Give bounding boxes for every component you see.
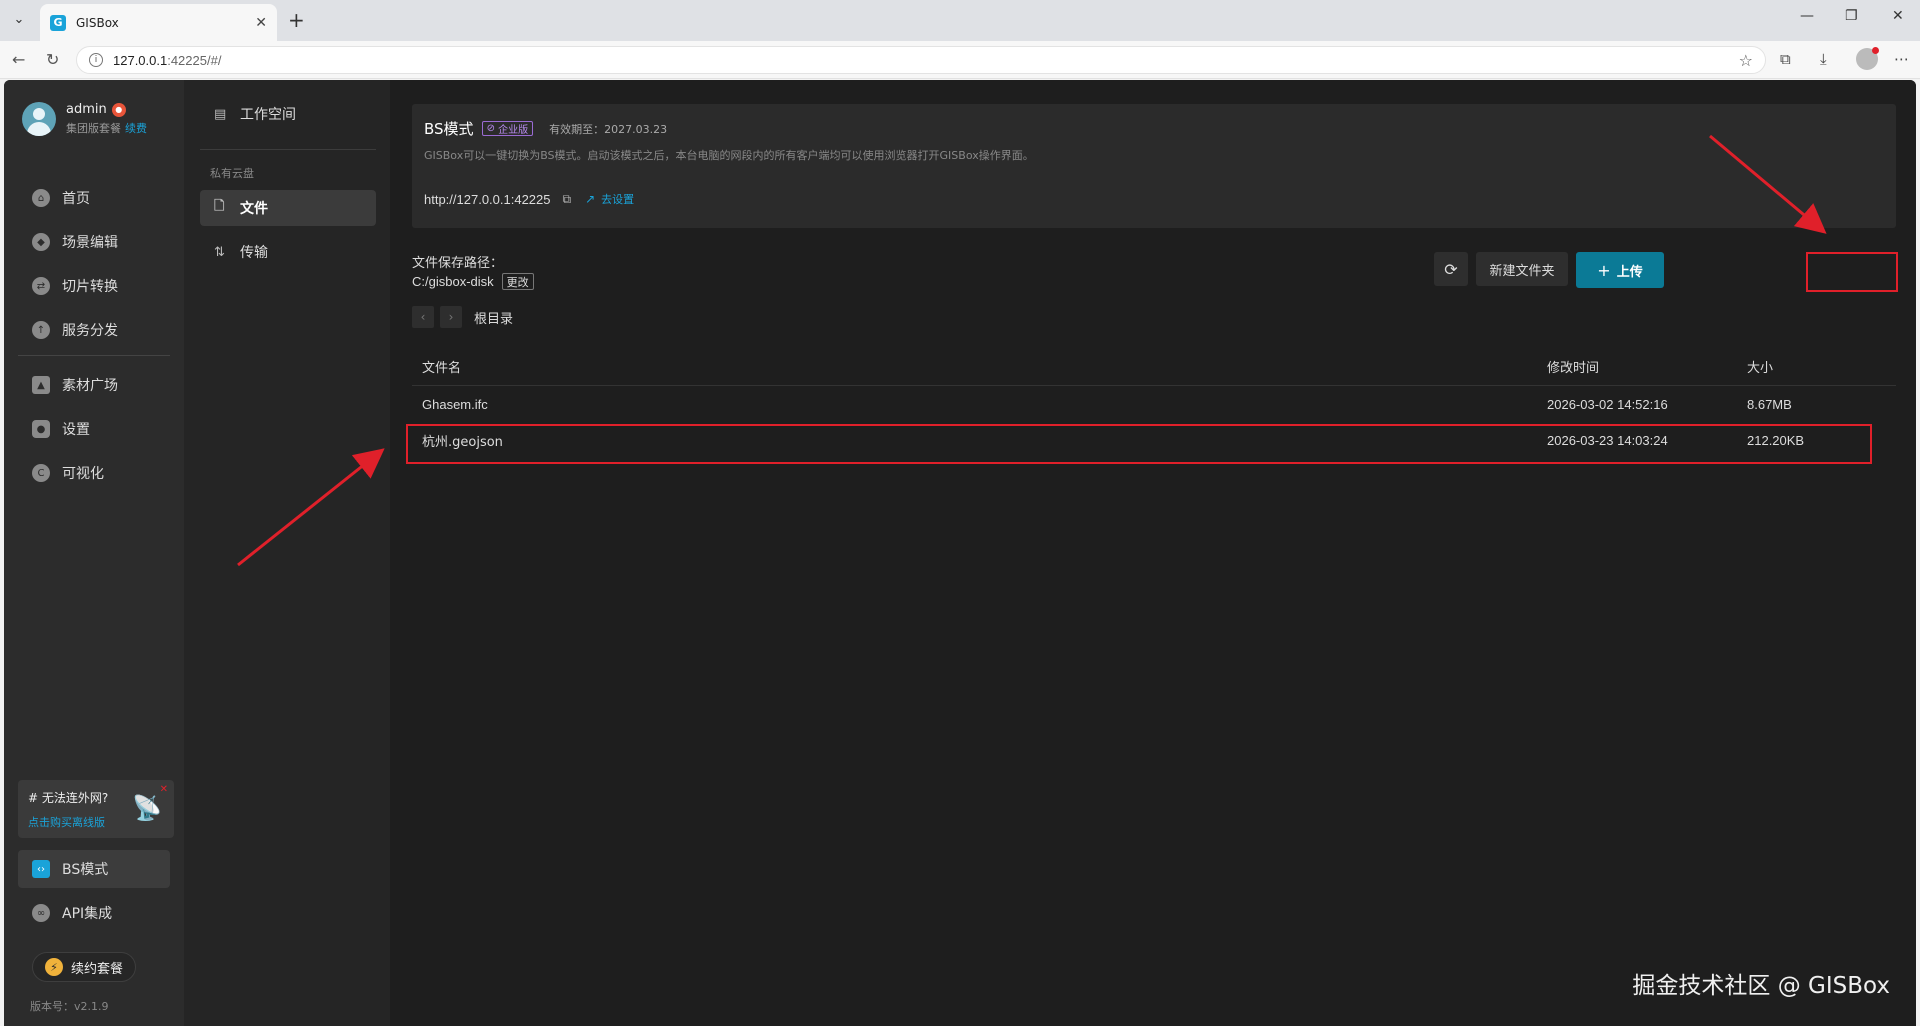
browser-tab[interactable]: G GISBox ✕ bbox=[40, 4, 277, 41]
storage-path-value: C:/gisbox-disk bbox=[412, 274, 494, 289]
gisbox-app: admin ● 集团版套餐 续费 ⌂ 首页 ◆ 场景编辑 ⇄ 切片转换 ↑ 服务分发 ▲ 素材… bbox=[4, 80, 1916, 1026]
tab-search-icon[interactable]: ⌄ bbox=[6, 6, 32, 32]
nav-divider bbox=[18, 355, 170, 356]
upload-button[interactable]: + 上传 bbox=[1576, 252, 1664, 288]
column-header-size[interactable]: 大小 bbox=[1747, 357, 1896, 376]
bs-mode-card: BS模式 ⊘ 企业版 有效期至：2027.03.23 GISBox可以一键切换为… bbox=[412, 104, 1896, 228]
url-text: 127.0.0.1:42225/#/ bbox=[113, 52, 222, 68]
bs-card-description: GISBox可以一键切换为BS模式。启动该模式之后，本台电脑的网段内的所有客户端… bbox=[424, 149, 1034, 162]
back-icon[interactable]: ← bbox=[12, 50, 25, 69]
image-icon: ▲ bbox=[32, 376, 50, 394]
enterprise-badge: ⊘ 企业版 bbox=[481, 121, 534, 136]
offline-promo-card[interactable]: # 无法连外网? 点击购买离线版 📡 ✕ bbox=[18, 780, 174, 838]
primary-nav: ⌂ 首页 ◆ 场景编辑 ⇄ 切片转换 ↑ 服务分发 ▲ 素材广场 ● 设置 C 可视化 bbox=[18, 179, 170, 498]
nav-item-scene-edit[interactable]: ◆ 场景编辑 bbox=[18, 223, 170, 261]
minimize-icon[interactable]: — bbox=[1800, 8, 1814, 24]
chart-icon: C bbox=[32, 464, 50, 482]
user-profile[interactable]: admin ● 集团版套餐 续费 bbox=[22, 102, 147, 136]
version-label: 版本号：v2.1.9 bbox=[30, 1000, 109, 1013]
swap-icon: ⇄ bbox=[32, 277, 50, 295]
browser-tabstrip: ⌄ G GISBox ✕ + — ❐ ✕ bbox=[0, 0, 1920, 41]
transfer-icon: ⇅ bbox=[214, 244, 225, 260]
address-bar: ← ↻ i 127.0.0.1:42225/#/ ☆ ⧉ ⤓ ⋯ bbox=[0, 41, 1920, 79]
nav-item-tile-convert[interactable]: ⇄ 切片转换 bbox=[18, 267, 170, 305]
refresh-icon: ⟳ bbox=[1444, 259, 1458, 279]
upload-cloud-icon: ↑ bbox=[32, 321, 50, 339]
code-icon: ‹› bbox=[32, 860, 50, 878]
message-badge-icon[interactable]: ● bbox=[111, 102, 126, 117]
file-icon: 🗋 bbox=[214, 199, 225, 214]
nav-item-bs-mode[interactable]: ‹› BS模式 bbox=[18, 850, 170, 888]
table-header: 文件名 修改时间 大小 bbox=[412, 348, 1896, 386]
row-highlight-box bbox=[406, 424, 1872, 464]
link-icon: ∞ bbox=[32, 904, 50, 922]
reload-icon[interactable]: ↻ bbox=[46, 50, 59, 69]
bs-url: http://127.0.0.1:42225 bbox=[424, 191, 551, 207]
subnav-files[interactable]: 🗋 文件 bbox=[200, 190, 376, 226]
satellite-icon: 📡 bbox=[132, 794, 162, 822]
user-name: admin bbox=[66, 102, 107, 117]
file-name: Ghasem.ifc bbox=[422, 396, 488, 412]
column-header-name[interactable]: 文件名 bbox=[412, 357, 1547, 376]
table-row[interactable]: Ghasem.ifc 2026-03-02 14:52:16 8.67MB bbox=[412, 386, 1896, 422]
gear-icon: ● bbox=[32, 420, 50, 438]
site-info-icon[interactable]: i bbox=[89, 53, 103, 67]
subnav-workspace[interactable]: ▤ 工作空间 bbox=[200, 96, 376, 132]
offline-x-icon: ✕ bbox=[159, 784, 168, 795]
storage-path-label: 文件保存路径： bbox=[412, 256, 504, 271]
nav-item-api[interactable]: ∞ API集成 bbox=[18, 894, 170, 932]
copy-icon[interactable]: ⧉ bbox=[563, 192, 572, 207]
nav-item-asset-square[interactable]: ▲ 素材广场 bbox=[18, 366, 170, 404]
bottom-nav: ‹› BS模式 ∞ API集成 bbox=[18, 850, 170, 938]
column-header-modified[interactable]: 修改时间 bbox=[1547, 357, 1747, 376]
nav-item-visualization[interactable]: C 可视化 bbox=[18, 454, 170, 492]
nav-item-home[interactable]: ⌂ 首页 bbox=[18, 179, 170, 217]
change-path-button[interactable]: 更改 bbox=[501, 273, 534, 290]
storage-path: 文件保存路径： C:/gisbox-disk 更改 bbox=[412, 252, 534, 290]
back-dir-icon[interactable]: ‹ bbox=[412, 306, 434, 328]
refresh-button[interactable]: ⟳ bbox=[1434, 252, 1468, 286]
expiry-date: 有效期至：2027.03.23 bbox=[549, 122, 668, 136]
restore-icon[interactable]: ❐ bbox=[1845, 8, 1858, 24]
upload-highlight-box bbox=[1806, 252, 1898, 292]
subnav-transfer[interactable]: ⇅ 传输 bbox=[200, 234, 376, 270]
file-size: 8.67MB bbox=[1747, 396, 1792, 412]
forward-dir-icon[interactable]: › bbox=[440, 306, 462, 328]
plus-icon: + bbox=[1597, 260, 1611, 280]
user-avatar bbox=[22, 102, 56, 136]
new-folder-button[interactable]: 新建文件夹 bbox=[1476, 252, 1568, 286]
file-modified: 2026-03-02 14:52:16 bbox=[1547, 396, 1668, 412]
window-close-icon[interactable]: ✕ bbox=[1892, 8, 1904, 24]
tab-title: GISBox bbox=[76, 15, 119, 30]
home-icon: ⌂ bbox=[32, 189, 50, 207]
url-field[interactable]: i 127.0.0.1:42225/#/ ☆ bbox=[76, 46, 1766, 74]
secondary-sidebar: ▤ 工作空间 私有云盘 🗋 文件 ⇅ 传输 bbox=[184, 80, 390, 1026]
gisbox-favicon: G bbox=[50, 14, 66, 31]
extensions-icon[interactable]: ⧉ bbox=[1780, 50, 1791, 68]
bookmark-star-icon[interactable]: ☆ bbox=[1739, 51, 1753, 70]
more-menu-icon[interactable]: ⋯ bbox=[1894, 50, 1909, 68]
main-content: BS模式 ⊘ 企业版 有效期至：2027.03.23 GISBox可以一键切换为… bbox=[390, 80, 1916, 1026]
breadcrumb-root[interactable]: 根目录 bbox=[474, 308, 513, 327]
subnav-section-label: 私有云盘 bbox=[210, 167, 254, 180]
goto-settings-link[interactable]: 去设置 bbox=[601, 191, 634, 207]
renew-plan-button[interactable]: ⚡ 续约套餐 bbox=[32, 952, 137, 982]
main-sidebar: admin ● 集团版套餐 续费 ⌂ 首页 ◆ 场景编辑 ⇄ 切片转换 ↑ 服务分发 ▲ 素材… bbox=[4, 80, 184, 1026]
profile-avatar[interactable] bbox=[1856, 47, 1879, 70]
breadcrumb: ‹ › 根目录 bbox=[412, 306, 513, 328]
cube-icon: ◆ bbox=[32, 233, 50, 251]
bs-card-title: BS模式 bbox=[424, 120, 474, 138]
plan-name: 集团版套餐 bbox=[66, 122, 121, 135]
watermark: 掘金技术社区 @ GISBox bbox=[1632, 973, 1890, 999]
subnav-divider bbox=[200, 149, 376, 150]
new-tab-icon[interactable]: + bbox=[288, 8, 305, 32]
nav-item-service-publish[interactable]: ↑ 服务分发 bbox=[18, 311, 170, 349]
close-tab-icon[interactable]: ✕ bbox=[255, 15, 267, 31]
workspace-icon: ▤ bbox=[214, 106, 227, 122]
downloads-icon[interactable]: ⤓ bbox=[1820, 50, 1827, 68]
renew-link[interactable]: 续费 bbox=[125, 122, 147, 135]
bolt-icon: ⚡ bbox=[45, 958, 63, 976]
nav-item-settings[interactable]: ● 设置 bbox=[18, 410, 170, 448]
external-link-icon[interactable]: ↗ bbox=[585, 192, 595, 206]
